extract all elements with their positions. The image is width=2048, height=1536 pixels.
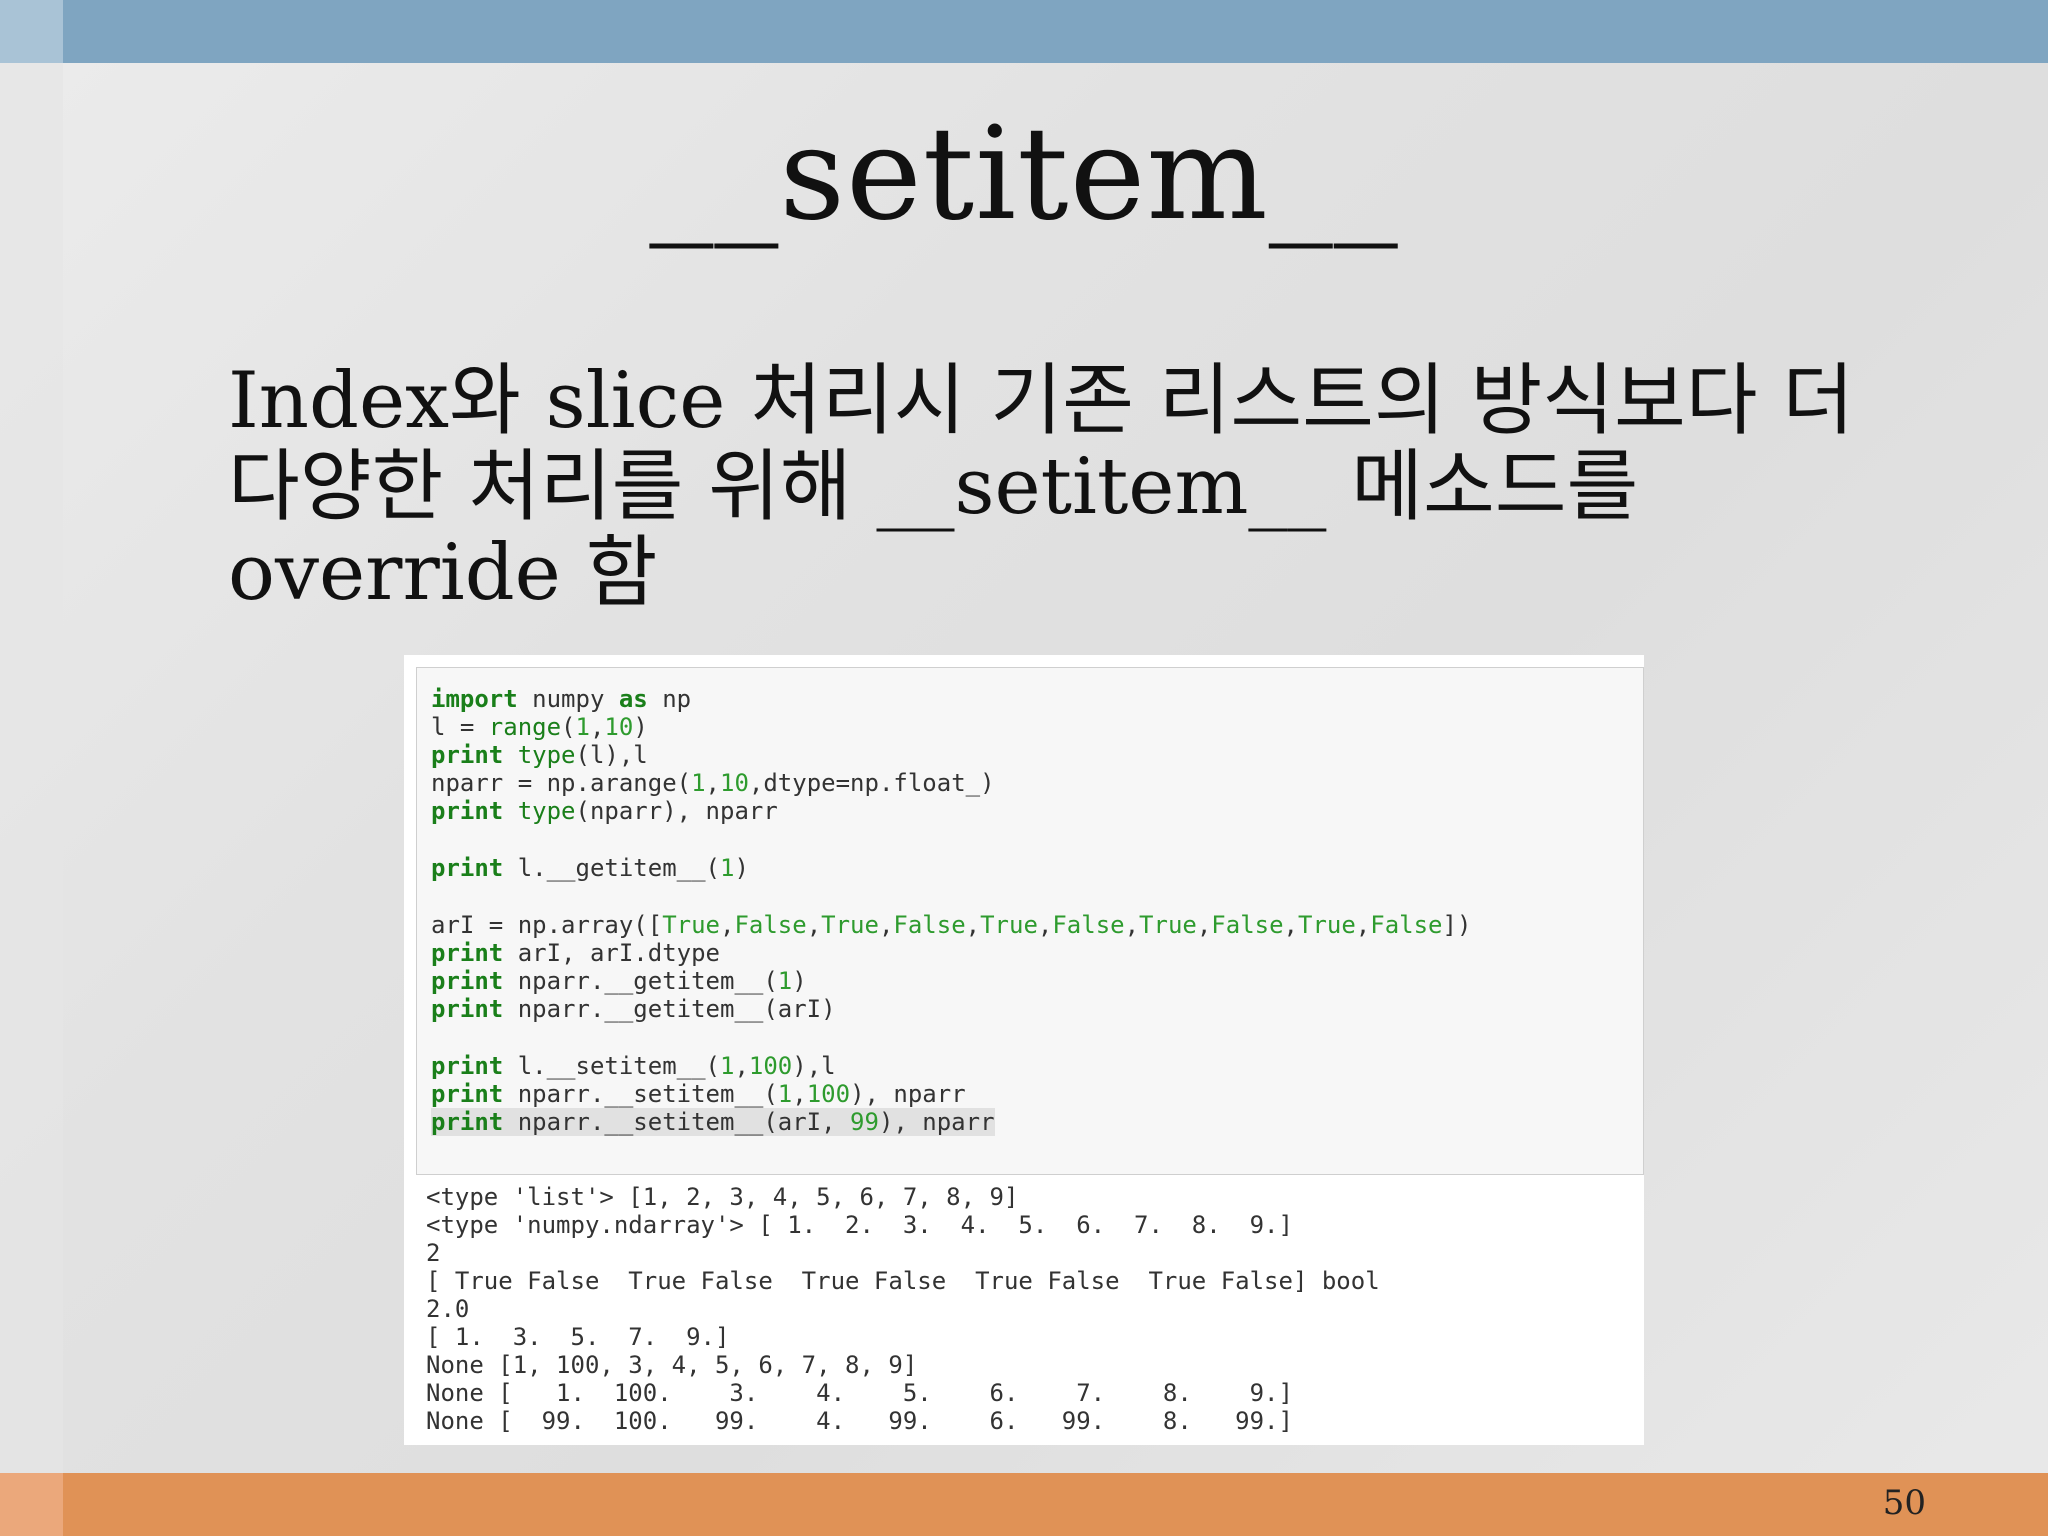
code-line-5: print type(nparr), nparr	[431, 797, 778, 825]
bottom-bar-accent	[0, 1473, 63, 1536]
output-line-1: <type 'list'> [1, 2, 3, 4, 5, 6, 7, 8, 9…	[426, 1183, 1019, 1211]
output-line-8: None [ 1. 100. 3. 4. 5. 6. 7. 8. 9.]	[426, 1379, 1293, 1407]
code-line-7: arI = np.array([True,False,True,False,Tr…	[431, 911, 1472, 939]
page-number: 50	[1882, 1483, 1926, 1523]
output-line-3: 2	[426, 1239, 441, 1267]
code-line-8: print arI, arI.dtype	[431, 939, 720, 967]
code-line-12: print nparr.__setitem__(1,100), nparr	[431, 1080, 966, 1108]
top-bar-accent	[0, 0, 63, 63]
code-line-1: import numpy as np	[431, 685, 692, 713]
code-line-4: nparr = np.arange(1,10,dtype=np.float_)	[431, 769, 995, 797]
code-line-2: l = range(1,10)	[431, 713, 648, 741]
code-line-9: print nparr.__getitem__(1)	[431, 967, 807, 995]
code-input-cell: import numpy as np l = range(1,10) print…	[416, 667, 1644, 1175]
code-line-3: print type(l),l	[431, 741, 648, 769]
top-bar	[0, 0, 2048, 63]
left-strip	[0, 63, 63, 1473]
code-line-11: print l.__setitem__(1,100),l	[431, 1052, 836, 1080]
body-line-2: 다양한 처리를 위해 __setitem__ 메소드를	[228, 442, 1639, 532]
output-line-7: None [1, 100, 3, 4, 5, 6, 7, 8, 9]	[426, 1351, 918, 1379]
bottom-bar	[0, 1473, 2048, 1536]
output-line-6: [ 1. 3. 5. 7. 9.]	[426, 1323, 730, 1351]
output-line-4: [ True False True False True False True …	[426, 1267, 1380, 1295]
output-line-2: <type 'numpy.ndarray'> [ 1. 2. 3. 4. 5. …	[426, 1211, 1293, 1239]
body-line-3: override 함	[228, 528, 658, 618]
body-line-1: Index와 slice 처리시 기존 리스트의 방식보다 더	[228, 356, 1855, 446]
output-line-5: 2.0	[426, 1295, 470, 1323]
code-line-10: print nparr.__getitem__(arI)	[431, 995, 836, 1023]
code-line-6: print l.__getitem__(1)	[431, 854, 749, 882]
code-line-13: print nparr.__setitem__(arI, 99), nparr	[431, 1108, 995, 1136]
output-line-9: None [ 99. 100. 99. 4. 99. 6. 99. 8. 99.…	[426, 1407, 1293, 1435]
slide-title: __setitem__	[649, 100, 1399, 249]
code-screenshot: import numpy as np l = range(1,10) print…	[404, 655, 1644, 1445]
slide-body: Index와 slice 처리시 기존 리스트의 방식보다 더 다양한 처리를 …	[228, 358, 1898, 616]
